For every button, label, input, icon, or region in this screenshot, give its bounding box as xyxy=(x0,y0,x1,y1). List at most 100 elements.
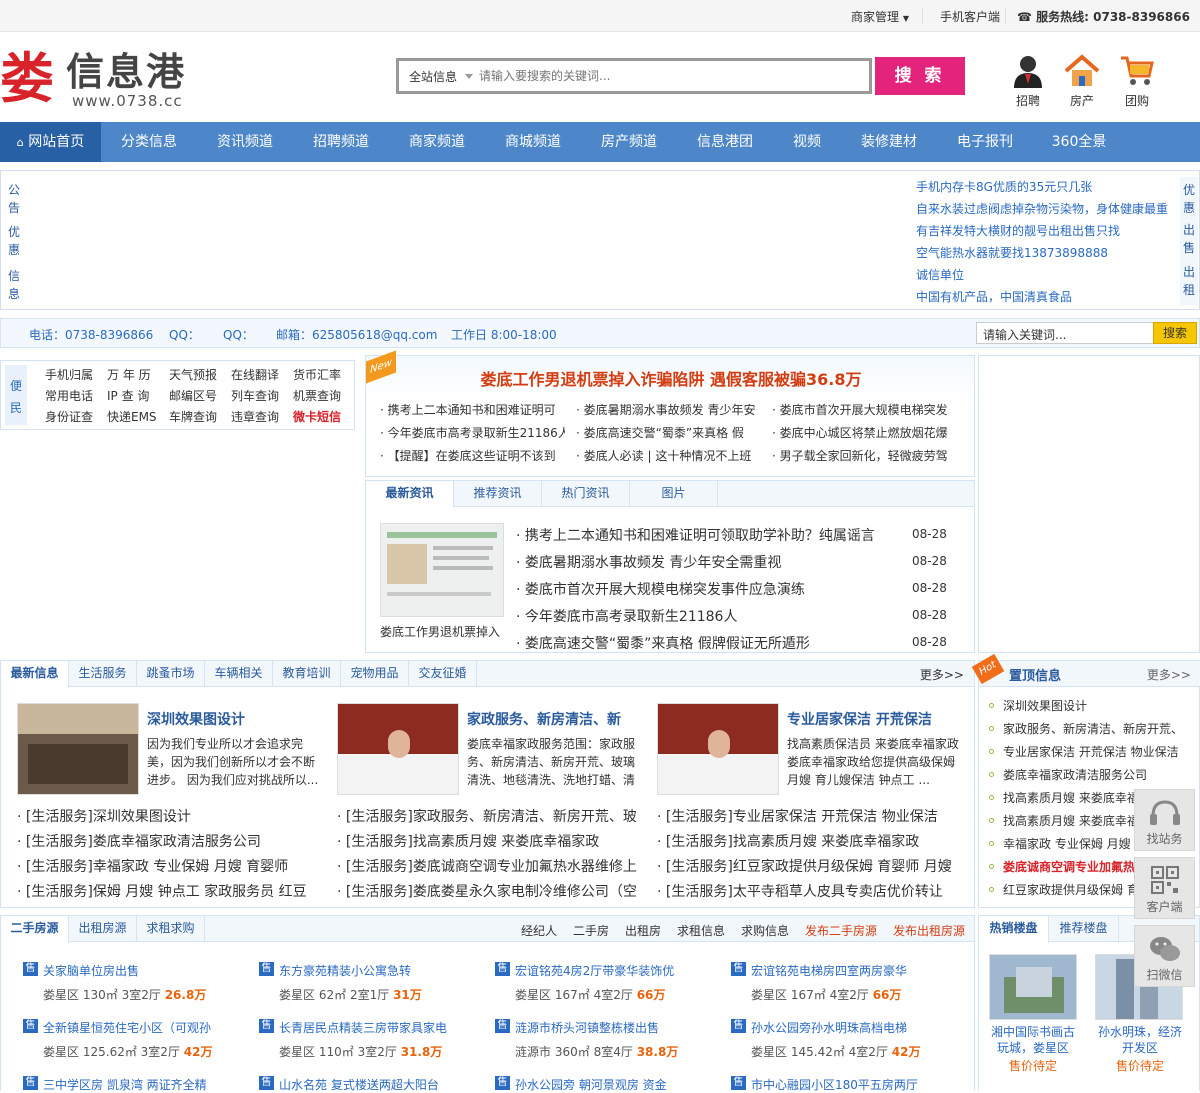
classified-item[interactable]: · [生活服务]家政服务、新房清洁、新房开荒、玻 xyxy=(337,806,647,826)
classified-item[interactable]: · [生活服务]深圳效果图设计 xyxy=(17,806,327,826)
wechat-scan-button[interactable]: 扫微信 xyxy=(1134,925,1195,987)
listing-title[interactable]: 家政服务、新房清洁、新 xyxy=(467,709,621,729)
headline-link[interactable]: · 娄底高速交警“蜀黍”来真格 假 xyxy=(576,424,761,441)
notice-link[interactable]: 诚信单位 xyxy=(916,266,964,283)
classified-item[interactable]: · [生活服务]保姆 月嫂 钟点工 家政服务员 红豆 xyxy=(17,881,327,901)
tab-flea-market[interactable]: 跳蚤市场 xyxy=(137,661,205,687)
tool-link[interactable]: 微卡短信 xyxy=(293,408,341,425)
listing-thumbnail[interactable] xyxy=(657,703,779,795)
link-second-hand[interactable]: 二手房 xyxy=(573,922,609,939)
pinned-item[interactable]: 深圳效果图设计 xyxy=(1003,697,1183,714)
chevron-down-icon[interactable] xyxy=(465,74,473,79)
classified-item[interactable]: · [生活服务]娄底诚商空调专业加氟热水器维修上 xyxy=(337,856,647,876)
site-logo[interactable]: 娄 信息港 www.0738.cc xyxy=(0,48,205,112)
news-item[interactable]: · 娄底高速交警“蜀黍”来真格 假牌假证无所遁形 xyxy=(516,633,896,653)
tab-life-service[interactable]: 生活服务 xyxy=(69,661,137,687)
tab-latest-info[interactable]: 最新信息 xyxy=(1,661,69,688)
quick-link-groupbuy[interactable]: 团购 xyxy=(1112,54,1162,110)
keyword-input[interactable]: 请输入关键词... xyxy=(976,322,1154,344)
tool-link[interactable]: 列车查询 xyxy=(231,387,279,404)
notice-link[interactable]: 手机内存卡8G优质的35元只几张 xyxy=(916,178,1092,195)
classified-item[interactable]: · [生活服务]找高素质月嫂 来娄底幸福家政 xyxy=(337,831,647,851)
pinned-item[interactable]: 红豆家政提供月级保姆 育婴师 月嫂 xyxy=(1003,881,1153,898)
property-name[interactable]: 孙水明珠，经济开发区 xyxy=(1093,1024,1187,1056)
news-thumbnail[interactable] xyxy=(380,523,504,617)
link-rental[interactable]: 出租房 xyxy=(625,922,661,939)
more-link[interactable]: 更多>> xyxy=(920,666,964,683)
tab-rent[interactable]: 出租 xyxy=(1183,263,1195,303)
listing-thumbnail[interactable] xyxy=(17,703,139,795)
tool-link[interactable]: 违章查询 xyxy=(231,408,279,425)
tab-rental[interactable]: 出租房源 xyxy=(69,916,137,942)
classified-item[interactable]: · [生活服务]专业居家保洁 开荒保洁 物业保洁 xyxy=(657,806,967,826)
listing-thumbnail[interactable] xyxy=(337,703,459,795)
classified-item[interactable]: · [生活服务]太平寺稻草人皮具专卖店优价转让 xyxy=(657,881,967,901)
tab-discount[interactable]: 优惠 xyxy=(8,223,20,267)
tool-link[interactable]: 快递EMS xyxy=(107,408,157,425)
tool-link[interactable]: 货币汇率 xyxy=(293,366,341,383)
search-input[interactable] xyxy=(479,66,859,86)
more-link[interactable]: 更多>> xyxy=(1147,666,1191,683)
pinned-item[interactable]: 找高素质月嫂 来娄底幸福家政 xyxy=(1003,812,1153,829)
tab-education[interactable]: 教育培训 xyxy=(273,661,341,687)
quick-link-jobs[interactable]: 招聘 xyxy=(1003,54,1053,110)
link-agents[interactable]: 经纪人 xyxy=(521,922,557,939)
tool-link[interactable]: 天气预报 xyxy=(169,366,217,383)
tool-link[interactable]: 身份证查 xyxy=(45,408,93,425)
merchant-menu[interactable]: 商家管理 ▼ xyxy=(851,8,909,25)
link-buy-wanted[interactable]: 求购信息 xyxy=(741,922,789,939)
tab-discount[interactable]: 优惠 xyxy=(1183,177,1195,221)
listing-title[interactable]: 深圳效果图设计 xyxy=(147,709,245,729)
nav-item[interactable]: 装修建材 xyxy=(841,122,937,162)
tab-announcement[interactable]: 公告 xyxy=(8,179,20,223)
classified-item[interactable]: · [生活服务]红豆家政提供月级保姆 育婴师 月嫂 xyxy=(657,856,967,876)
tab-wanted[interactable]: 求租求购 xyxy=(137,916,205,942)
classified-item[interactable]: · [生活服务]幸福家政 专业保姆 月嫂 育婴师 xyxy=(17,856,327,876)
classified-item[interactable]: · [生活服务]娄底幸福家政清洁服务公司 xyxy=(17,831,327,851)
news-item[interactable]: · 娄底暑期溺水事故频发 青少年安全需重视 xyxy=(516,552,896,572)
classified-item[interactable]: · [生活服务]娄底娄星永久家电制冷维修公司（空 xyxy=(337,881,647,901)
notice-link[interactable]: 中国有机产品，中国清真食品 xyxy=(916,288,1072,305)
tab-recommended-news[interactable]: 推荐资讯 xyxy=(454,481,542,507)
news-item[interactable]: · 娄底市首次开展大规模电梯突发事件应急演练 xyxy=(516,579,896,599)
pinned-item[interactable]: 娄底幸福家政清洁服务公司 xyxy=(1003,766,1183,783)
tab-info[interactable]: 信息 xyxy=(8,267,20,311)
notice-link[interactable]: 自来水装过虑阀虑掉杂物污染物，身体健康最重 xyxy=(916,200,1168,217)
headline-link[interactable]: · 娄底人必读 | 这十种情况不上班 xyxy=(576,447,761,464)
tab-latest-news[interactable]: 最新资讯 xyxy=(366,481,454,508)
client-download-button[interactable]: 客户端 xyxy=(1134,857,1195,919)
headline-link[interactable]: · 【提醒】在娄底这些证明不该到 xyxy=(380,447,565,464)
pinned-item[interactable]: 娄底诚商空调专业加氟热水器维修 xyxy=(1003,858,1153,875)
tab-recommended[interactable]: 推荐楼盘 xyxy=(1049,916,1119,942)
nav-item[interactable]: 分类信息 xyxy=(101,122,197,162)
post-rental-link[interactable]: 发布出租房源 xyxy=(893,922,965,939)
property-name[interactable]: 湘中国际书画古玩城，娄星区 xyxy=(987,1024,1079,1056)
nav-item[interactable]: 商城频道 xyxy=(485,122,581,162)
headline-link[interactable]: · 男子载全家回新化，轻微疲劳驾 xyxy=(772,447,957,464)
headline-title[interactable]: 娄底工作男退机票掉入诈骗陷阱 遇假客服被骗36.8万 xyxy=(366,366,976,390)
nav-item[interactable]: 资讯频道 xyxy=(197,122,293,162)
contact-staff-button[interactable]: 找站务 xyxy=(1134,789,1195,851)
tab-vehicles[interactable]: 车辆相关 xyxy=(205,661,273,687)
tool-link[interactable]: 邮编区号 xyxy=(169,387,217,404)
pinned-item[interactable]: 幸福家政 专业保姆 月嫂 育婴师 xyxy=(1003,835,1153,852)
nav-item[interactable]: 信息港团 xyxy=(677,122,773,162)
thumbnail-caption[interactable]: 娄底工作男退机票掉入 xyxy=(380,623,500,640)
nav-item[interactable]: 商家频道 xyxy=(389,122,485,162)
news-item[interactable]: · 携考上二本通知书和困难证明可领取助学补助？纯属谣言 xyxy=(516,525,896,545)
headline-link[interactable]: · 娄底中心城区将禁止燃放烟花爆 xyxy=(772,424,957,441)
tool-link[interactable]: 在线翻译 xyxy=(231,366,279,383)
tab-sale[interactable]: 出售 xyxy=(1183,221,1195,263)
nav-item[interactable]: 视频 xyxy=(773,122,841,162)
tab-second-hand[interactable]: 二手房源 xyxy=(1,916,69,943)
tab-pets[interactable]: 宠物用品 xyxy=(341,661,409,687)
nav-home[interactable]: ⌂ 网站首页 xyxy=(0,122,101,162)
search-button[interactable]: 搜 索 xyxy=(875,57,965,95)
nav-item[interactable]: 房产频道 xyxy=(581,122,677,162)
headline-link[interactable]: · 今年娄底市高考录取新生21186人 xyxy=(380,424,565,441)
keyword-search-button[interactable]: 搜索 xyxy=(1153,322,1197,344)
property-thumbnail[interactable] xyxy=(989,954,1077,1020)
tool-link[interactable]: 手机归属 xyxy=(45,366,93,383)
pinned-item[interactable]: 家政服务、新房清洁、新房开荒、 xyxy=(1003,720,1183,737)
news-item[interactable]: · 今年娄底市高考录取新生21186人 xyxy=(516,606,896,626)
